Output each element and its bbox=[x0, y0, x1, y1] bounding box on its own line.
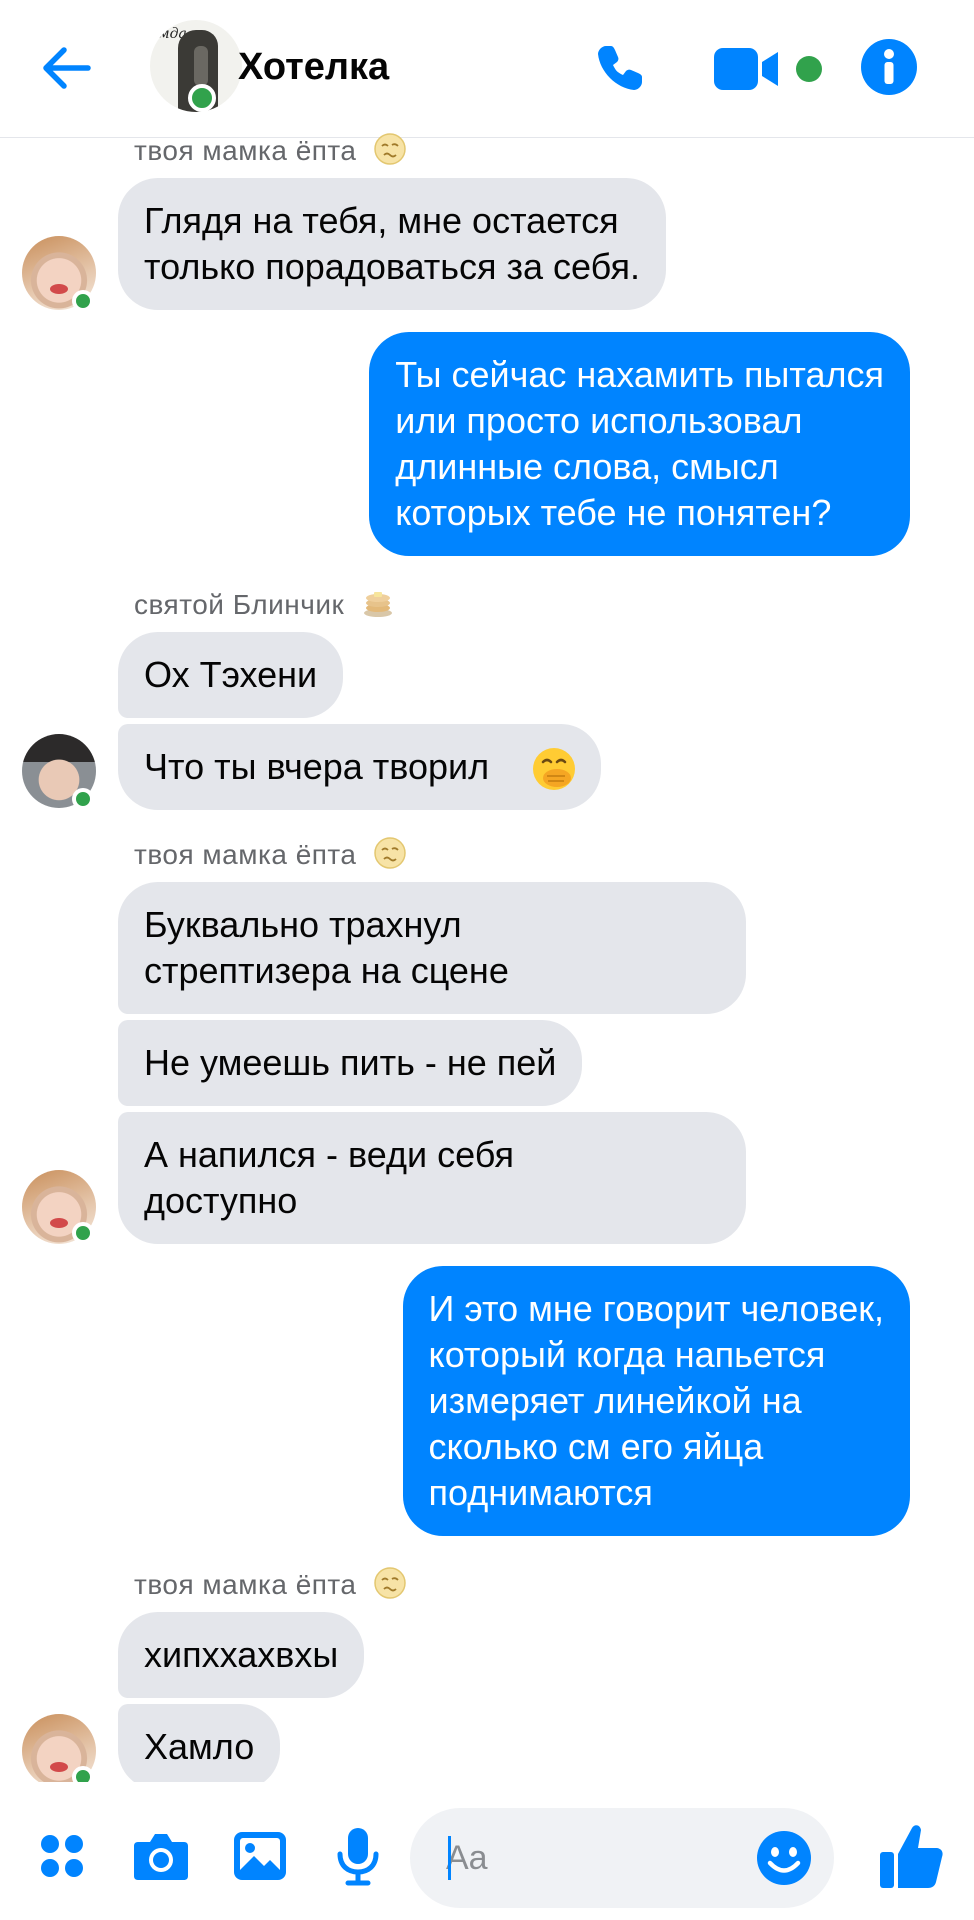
online-status-dot bbox=[72, 290, 94, 312]
thumbs-up-icon[interactable] bbox=[878, 1822, 944, 1890]
online-status-dot bbox=[72, 788, 94, 810]
back-arrow-icon[interactable] bbox=[38, 40, 94, 96]
message-bubble-incoming[interactable]: А напился - веди себя доступно bbox=[118, 1112, 746, 1244]
message-bubble-incoming[interactable]: хипххахвхы bbox=[118, 1612, 365, 1698]
message-text: хипххахвхы bbox=[144, 1634, 339, 1675]
message-text: Не умеешь пить - не пей bbox=[144, 1042, 557, 1083]
message-text: Глядя на тебя, мне остается bbox=[144, 200, 619, 241]
chat-header: мда Хотелка bbox=[0, 0, 974, 138]
woozy-face-icon bbox=[374, 133, 406, 165]
sender-label: святой Блинчик bbox=[134, 589, 345, 620]
phone-icon[interactable] bbox=[592, 40, 648, 96]
sender-name: твоя мамка ёпта bbox=[134, 132, 407, 167]
message-bubble-incoming[interactable]: Ох Тэхени bbox=[118, 632, 344, 718]
message-text: доступно bbox=[144, 1180, 298, 1221]
message-text: Ох Тэхени bbox=[144, 654, 318, 695]
sender-label: твоя мамка ёпта bbox=[134, 1569, 357, 1600]
pancakes-icon bbox=[363, 592, 392, 617]
message-bubble-incoming[interactable]: Что ты вчера творил bbox=[118, 724, 602, 810]
sender-label: твоя мамка ёпта bbox=[134, 839, 357, 870]
message-text: который когда напьется bbox=[428, 1334, 826, 1375]
woozy-face-icon bbox=[374, 1567, 406, 1599]
online-status-dot bbox=[72, 1222, 94, 1244]
menu-dots-icon[interactable] bbox=[38, 1832, 86, 1880]
message-text: измеряет линейкой на bbox=[428, 1380, 802, 1421]
sender-name: твоя мамка ёпта bbox=[134, 1566, 407, 1601]
message-text: Буквально трахнул bbox=[144, 904, 462, 945]
message-text: И это мне говорит человек, bbox=[428, 1288, 884, 1329]
message-input-wrapper[interactable] bbox=[410, 1808, 834, 1908]
video-camera-icon[interactable] bbox=[712, 44, 784, 94]
message-text: стрептизера на сцене bbox=[144, 950, 509, 991]
message-text: длинные слова, смысл bbox=[395, 446, 779, 487]
hand-over-mouth-icon bbox=[533, 748, 576, 790]
video-online-dot bbox=[796, 56, 822, 82]
sender-name: твоя мамка ёпта bbox=[134, 836, 407, 871]
message-bubble-incoming[interactable]: Не умеешь пить - не пей bbox=[118, 1020, 583, 1106]
online-status-dot bbox=[188, 84, 216, 112]
message-text: Что ты вчера творил bbox=[144, 746, 490, 787]
woozy-face-icon bbox=[374, 837, 406, 869]
emoji-icon[interactable] bbox=[756, 1830, 812, 1886]
message-text: или просто использовал bbox=[395, 400, 803, 441]
message-text: сколько см его яйца bbox=[428, 1426, 764, 1467]
message-bubble-incoming[interactable]: Глядя на тебя, мне остается только порад… bbox=[118, 178, 667, 310]
sender-name: святой Блинчик bbox=[134, 586, 395, 621]
message-bubble-incoming[interactable]: Хамло bbox=[118, 1704, 281, 1790]
sender-label: твоя мамка ёпта bbox=[134, 135, 357, 166]
message-text: А напился - веди себя bbox=[144, 1134, 515, 1175]
message-bubble-outgoing[interactable]: И это мне говорит человек, который когда… bbox=[402, 1266, 910, 1536]
info-icon[interactable] bbox=[860, 38, 918, 96]
message-text: Хамло bbox=[144, 1726, 255, 1767]
microphone-icon[interactable] bbox=[336, 1826, 380, 1886]
message-text: Ты сейчас нахамить пытался bbox=[395, 354, 884, 395]
message-text: которых тебе не понятен? bbox=[395, 492, 832, 533]
chat-title[interactable]: Хотелка bbox=[238, 46, 389, 89]
message-text: поднимаются bbox=[428, 1472, 653, 1513]
message-bubble-incoming[interactable]: Буквально трахнул стрептизера на сцене bbox=[118, 882, 746, 1014]
camera-icon[interactable] bbox=[132, 1830, 190, 1882]
message-bubble-outgoing[interactable]: Ты сейчас нахамить пытался или просто ис… bbox=[369, 332, 910, 556]
gallery-icon[interactable] bbox=[232, 1830, 288, 1882]
text-caret bbox=[448, 1836, 451, 1880]
message-text: только порадоваться за себя. bbox=[144, 246, 641, 287]
message-input[interactable] bbox=[446, 1834, 746, 1882]
